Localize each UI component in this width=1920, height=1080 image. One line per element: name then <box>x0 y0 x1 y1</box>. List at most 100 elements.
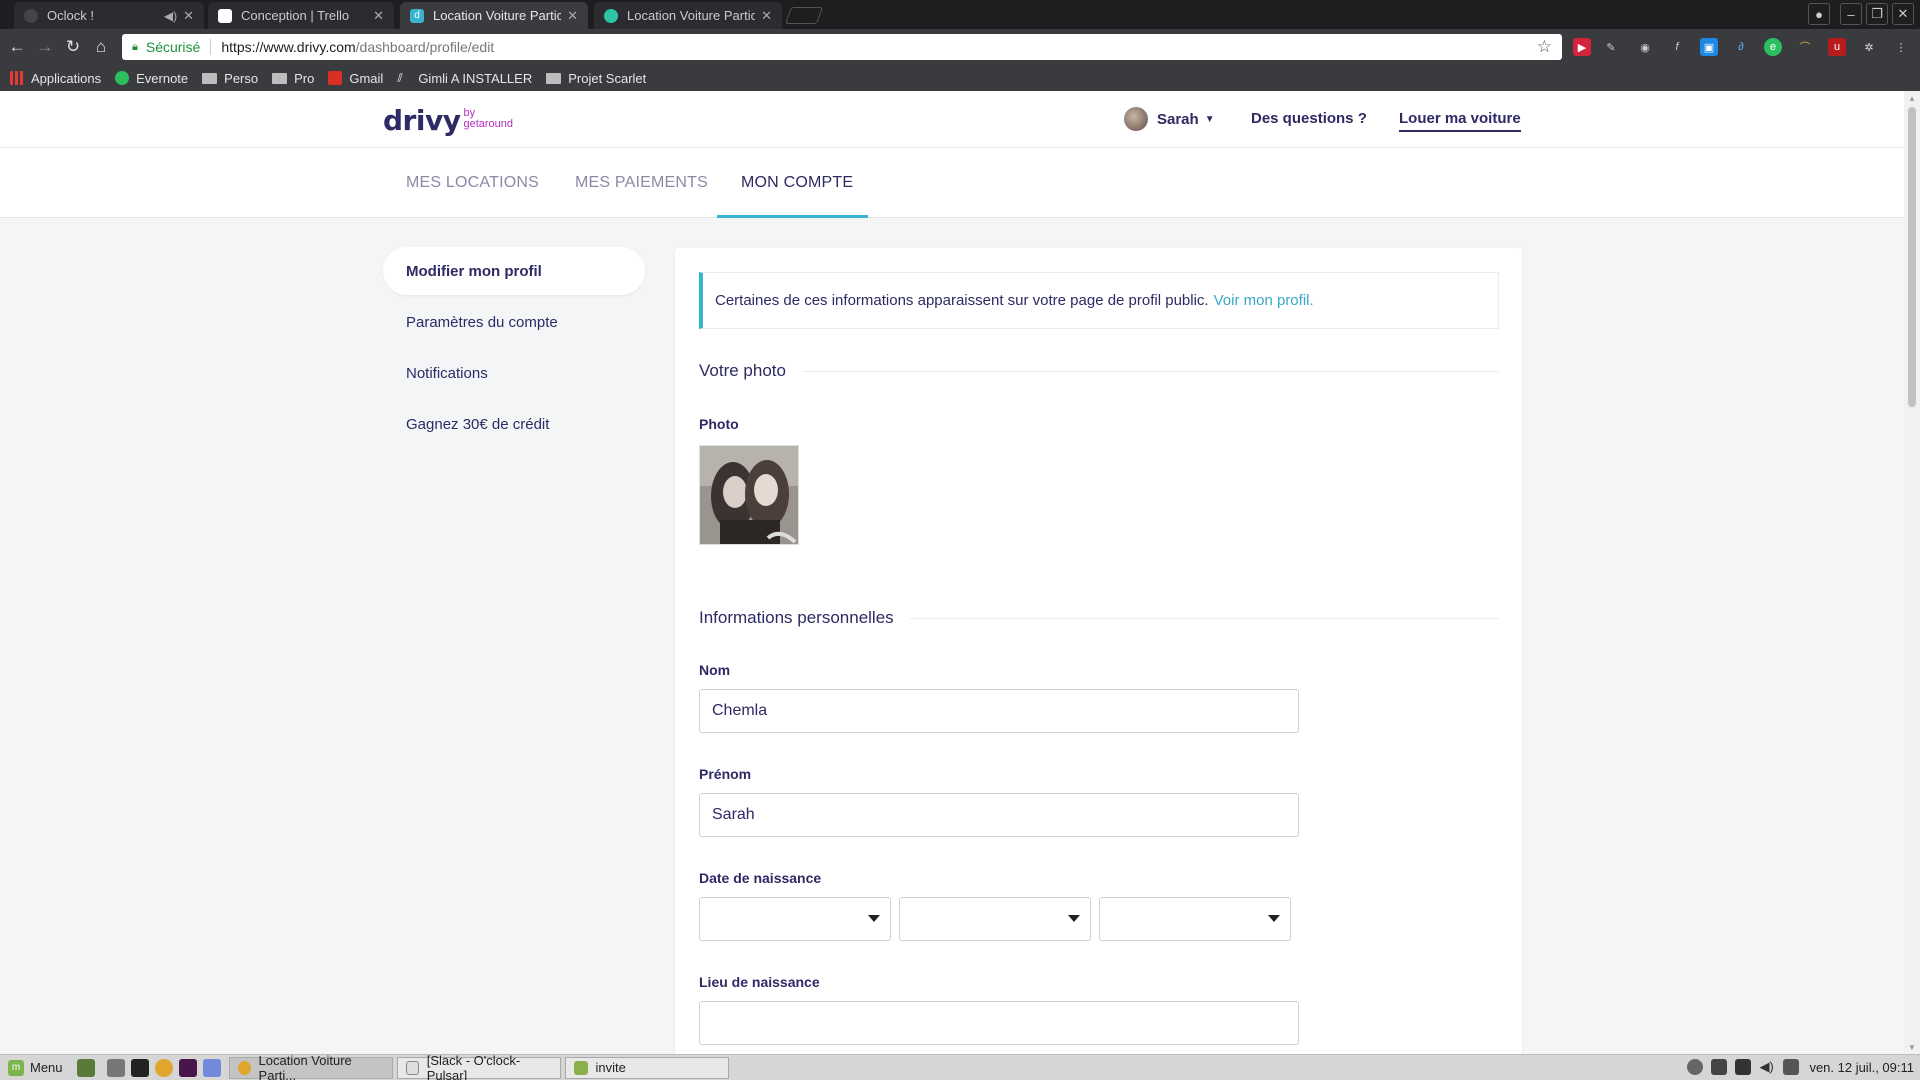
birthplace-label: Lieu de naissance <box>699 974 820 990</box>
forward-icon[interactable]: → <box>33 35 57 59</box>
browser-toolbar: ← → ↻ ⌂ 🔒︎ Sécurisé https://www.drivy.co… <box>0 29 1920 65</box>
pen-tray-icon[interactable] <box>1711 1059 1728 1075</box>
close-tab-icon[interactable]: ✕ <box>761 8 772 24</box>
slack-icon[interactable] <box>178 1058 197 1077</box>
scrollbar-thumb[interactable] <box>1908 107 1916 407</box>
birth-day-select[interactable] <box>699 897 891 941</box>
avatar <box>1124 107 1148 131</box>
birth-year-select[interactable] <box>1099 897 1291 941</box>
bookmark-evernote[interactable]: Evernote <box>115 71 188 86</box>
youtube-extension-icon[interactable]: ▶ <box>1573 38 1591 56</box>
bookmark-applications[interactable]: Applications <box>10 71 101 86</box>
sidebar-item-parametres[interactable]: Paramètres du compte <box>383 298 645 346</box>
oclock-favicon-icon <box>24 8 38 23</box>
pen-extension-icon[interactable]: ✎ <box>1602 38 1620 56</box>
bookmark-gimli[interactable]: ⫽ Gimli A INSTALLER <box>397 71 532 86</box>
birth-month-select[interactable] <box>899 897 1091 941</box>
tab-oclock[interactable]: Oclock ! ◀) ✕ <box>14 2 204 29</box>
blue-extension-icon[interactable]: ▣ <box>1700 38 1718 56</box>
formula-extension-icon[interactable]: f <box>1668 38 1686 56</box>
tab-mon-compte[interactable]: MON COMPTE <box>741 174 853 192</box>
chrome-menu-icon[interactable]: ⋮ <box>1892 38 1910 56</box>
drivy-logo[interactable]: drivy by getaround <box>383 104 513 137</box>
clock[interactable]: ven. 12 juil., 09:11 <box>1809 1060 1914 1075</box>
profile-photo[interactable] <box>699 445 799 545</box>
sidebar-item-notifications[interactable]: Notifications <box>383 349 645 397</box>
taskbar-window-slack[interactable]: [Slack - O'clock-Pulsar] <box>396 1053 561 1080</box>
bookmarks-bar: Applications Evernote Perso Pro Gmail ⫽ … <box>0 65 1920 91</box>
gmail-icon <box>328 71 343 85</box>
discord-icon[interactable] <box>202 1058 221 1077</box>
link-extension-icon[interactable]: ∂ <box>1732 38 1750 56</box>
bookmark-gmail[interactable]: Gmail <box>328 71 383 86</box>
nom-field[interactable]: Chemla <box>699 689 1299 733</box>
help-link[interactable]: Des questions ? <box>1251 110 1367 127</box>
user-name: Sarah <box>1157 110 1199 128</box>
section-personal: Informations personnelles <box>699 608 1499 628</box>
user-menu[interactable]: Sarah ▼ <box>1124 107 1215 131</box>
view-profile-link[interactable]: Voir mon profil. <box>1214 292 1314 309</box>
site-header: drivy by getaround Sarah ▼ Des questions … <box>0 91 1904 148</box>
sidebar-item-credit[interactable]: Gagnez 30€ de crédit <box>383 400 645 448</box>
reload-icon[interactable]: ↻ <box>61 35 85 59</box>
tab-drivy-2[interactable]: Location Voiture Particu ✕ <box>594 2 782 29</box>
bookmark-perso[interactable]: Perso <box>202 71 258 86</box>
folder-icon <box>202 72 218 84</box>
bookmark-pro[interactable]: Pro <box>272 71 314 86</box>
close-tab-icon[interactable]: ✕ <box>567 8 578 24</box>
home-icon[interactable]: ⌂ <box>89 35 113 59</box>
ublock-extension-icon[interactable]: u <box>1828 38 1846 56</box>
scroll-down-icon[interactable]: ▼ <box>1908 1043 1916 1052</box>
tab-mes-locations[interactable]: MES LOCATIONS <box>406 174 539 192</box>
new-tab-button[interactable] <box>784 7 824 24</box>
show-desktop-icon[interactable] <box>76 1058 95 1077</box>
profile-form-card: Certaines de ces informations apparaisse… <box>675 248 1522 1054</box>
sidebar-item-modifier-profil[interactable]: Modifier mon profil <box>383 247 645 295</box>
tab-mes-paiements[interactable]: MES PAIEMENTS <box>575 174 708 192</box>
profile-photo-image <box>700 446 798 544</box>
getaround-favicon-icon <box>604 8 618 23</box>
close-tab-icon[interactable]: ✕ <box>373 8 384 24</box>
tab-drivy-active[interactable]: d Location Voiture Particu ✕ <box>400 2 588 29</box>
volume-icon[interactable]: ◀) <box>1759 1059 1775 1075</box>
omnibox-separator <box>210 39 212 55</box>
account-subnav: MES LOCATIONS MES PAIEMENTS MON COMPTE <box>0 148 1904 218</box>
url-path: /dashboard/profile/edit <box>355 39 495 55</box>
files-icon[interactable] <box>106 1058 125 1077</box>
gear-extension-icon[interactable]: ✲ <box>1860 38 1878 56</box>
tab-trello[interactable]: Conception | Trello ✕ <box>208 2 394 29</box>
display-tray-icon[interactable] <box>1735 1059 1752 1075</box>
evernote-extension-icon[interactable]: e <box>1764 38 1782 56</box>
prenom-field[interactable]: Sarah <box>699 793 1299 837</box>
restore-icon[interactable]: ❐ <box>1866 3 1888 25</box>
rainbow-extension-icon[interactable]: ⌒ <box>1796 38 1814 56</box>
back-icon[interactable]: ← <box>5 35 29 59</box>
bookmark-star-icon[interactable]: ☆ <box>1537 37 1552 57</box>
close-tab-icon[interactable]: ✕ <box>183 8 194 24</box>
battery-icon[interactable] <box>1783 1059 1800 1075</box>
minimize-icon[interactable]: – <box>1840 3 1862 25</box>
rent-my-car-link[interactable]: Louer ma voiture <box>1399 110 1521 132</box>
divider <box>909 617 1499 619</box>
terminal-icon[interactable] <box>130 1058 149 1077</box>
photo-label: Photo <box>699 416 739 432</box>
birthplace-field[interactable] <box>699 1001 1299 1045</box>
scroll-up-icon[interactable]: ▲ <box>1908 94 1916 103</box>
bookmark-projet-scarlet[interactable]: Projet Scarlet <box>546 71 646 86</box>
account-sidebar: Modifier mon profil Paramètres du compte… <box>383 247 645 451</box>
settings-tray-icon[interactable] <box>1687 1059 1704 1075</box>
start-menu-button[interactable]: m Menu <box>8 1059 63 1076</box>
camera-extension-icon[interactable]: ◉ <box>1636 38 1654 56</box>
active-tab-underline <box>717 215 868 218</box>
address-bar[interactable]: 🔒︎ Sécurisé https://www.drivy.com/dashbo… <box>122 34 1562 60</box>
taskbar-window-invite[interactable]: invite <box>564 1056 729 1079</box>
page-scrollbar[interactable]: ▲ ▼ <box>1904 91 1920 1054</box>
prenom-label: Prénom <box>699 766 752 782</box>
profile-icon[interactable]: ● <box>1808 3 1830 25</box>
chrome-icon[interactable] <box>154 1058 173 1077</box>
lock-icon: 🔒︎ <box>132 40 138 53</box>
close-window-icon[interactable]: ✕ <box>1892 3 1914 25</box>
taskbar-window-chrome[interactable]: Location Voiture Parti... <box>228 1053 393 1080</box>
section-photo-title: Votre photo <box>699 361 786 380</box>
speaker-icon[interactable]: ◀) <box>164 9 177 23</box>
